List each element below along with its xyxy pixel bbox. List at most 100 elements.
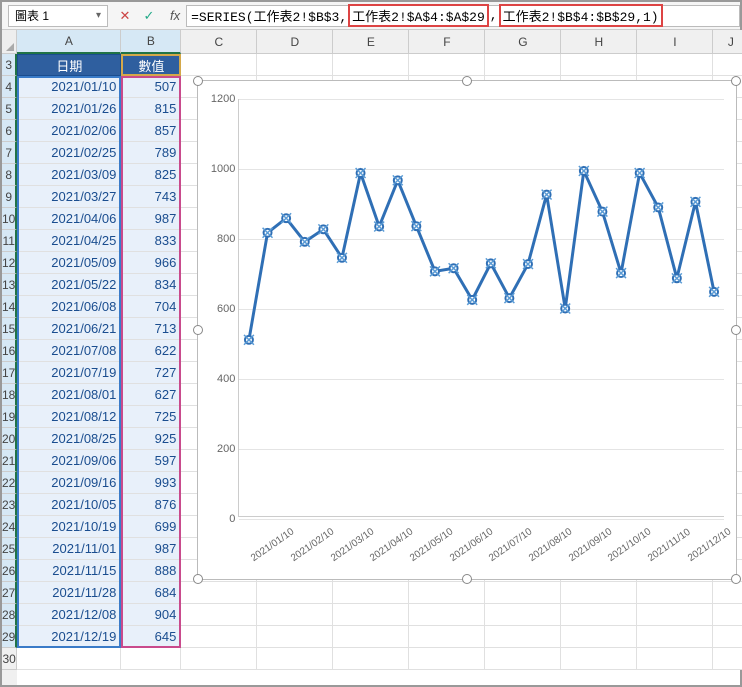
cell-value[interactable]: 725 (121, 406, 181, 428)
cell-value[interactable]: 743 (121, 186, 181, 208)
cell-empty[interactable] (333, 582, 409, 604)
cell-empty[interactable] (257, 582, 333, 604)
chart-handle-ml[interactable] (193, 325, 203, 335)
confirm-icon[interactable]: ✓ (138, 5, 160, 27)
cell-date[interactable]: 2021/04/25 (17, 230, 121, 252)
cell-date[interactable]: 2021/06/21 (17, 318, 121, 340)
row-header[interactable]: 4 (2, 76, 17, 98)
cell-empty[interactable] (409, 604, 485, 626)
cell-date[interactable]: 2021/02/06 (17, 120, 121, 142)
cell-empty[interactable] (713, 604, 742, 626)
row-header[interactable]: 8 (2, 164, 17, 186)
cell-empty[interactable] (181, 54, 257, 76)
cell-empty[interactable] (561, 604, 637, 626)
cell-empty[interactable] (485, 54, 561, 76)
cell-value[interactable]: 684 (121, 582, 181, 604)
cell-value[interactable]: 857 (121, 120, 181, 142)
row-header[interactable]: 9 (2, 186, 17, 208)
cell-empty[interactable] (409, 626, 485, 648)
col-header-B[interactable]: B (121, 30, 181, 54)
cell-empty[interactable] (485, 648, 561, 670)
cell-empty[interactable] (181, 626, 257, 648)
cell-value[interactable]: 622 (121, 340, 181, 362)
cell-empty[interactable] (17, 648, 121, 670)
formula-bar[interactable]: =SERIES(工作表2!$B$3, 工作表2!$A$4:$A$29 , 工作表… (186, 5, 740, 27)
row-header[interactable]: 28 (2, 604, 17, 626)
cell-date[interactable]: 2021/09/16 (17, 472, 121, 494)
cell-date[interactable]: 2021/08/01 (17, 384, 121, 406)
cell-value[interactable]: 904 (121, 604, 181, 626)
row-header[interactable]: 16 (2, 340, 17, 362)
cell-value[interactable]: 987 (121, 208, 181, 230)
cell-empty[interactable] (713, 648, 742, 670)
row-header[interactable]: 21 (2, 450, 17, 472)
row-header[interactable]: 22 (2, 472, 17, 494)
cell-date[interactable]: 2021/03/09 (17, 164, 121, 186)
cell-date[interactable]: 2021/10/19 (17, 516, 121, 538)
chart-plot-area[interactable]: 0200400600800100012002021/01/102021/02/1… (238, 99, 724, 517)
row-header[interactable]: 11 (2, 230, 17, 252)
cell-date[interactable]: 2021/08/25 (17, 428, 121, 450)
cell-empty[interactable] (637, 648, 713, 670)
cell-empty[interactable] (181, 582, 257, 604)
cell-value[interactable]: 925 (121, 428, 181, 450)
cell-empty[interactable] (485, 604, 561, 626)
row-header[interactable]: 20 (2, 428, 17, 450)
row-header[interactable]: 15 (2, 318, 17, 340)
col-header-C[interactable]: C (181, 30, 257, 54)
col-header-H[interactable]: H (561, 30, 637, 54)
cell-date[interactable]: 2021/04/06 (17, 208, 121, 230)
cell-value[interactable]: 987 (121, 538, 181, 560)
cell-date[interactable]: 2021/10/05 (17, 494, 121, 516)
cell-empty[interactable] (637, 582, 713, 604)
cell-date[interactable]: 2021/11/15 (17, 560, 121, 582)
cell-date[interactable]: 2021/05/09 (17, 252, 121, 274)
cell-grid[interactable]: 日期數值2021/01/105072021/01/268152021/02/06… (17, 54, 742, 670)
cell-value[interactable]: 713 (121, 318, 181, 340)
row-header[interactable]: 23 (2, 494, 17, 516)
cell-empty[interactable] (713, 582, 742, 604)
chart-object[interactable]: 0200400600800100012002021/01/102021/02/1… (197, 80, 737, 580)
cell-empty[interactable] (409, 648, 485, 670)
chart-handle-tm[interactable] (462, 76, 472, 86)
cell-date[interactable]: 2021/12/19 (17, 626, 121, 648)
cell-value[interactable]: 825 (121, 164, 181, 186)
name-box[interactable]: 圖表 1 ▾ (8, 5, 108, 27)
cell-empty[interactable] (181, 648, 257, 670)
cell-empty[interactable] (713, 54, 742, 76)
cell-value[interactable]: 704 (121, 296, 181, 318)
cell-date[interactable]: 2021/01/10 (17, 76, 121, 98)
col-header-E[interactable]: E (333, 30, 409, 54)
cell-date[interactable]: 2021/01/26 (17, 98, 121, 120)
cell-empty[interactable] (561, 648, 637, 670)
cell-value[interactable]: 815 (121, 98, 181, 120)
cell-empty[interactable] (637, 604, 713, 626)
cell-header-date[interactable]: 日期 (17, 54, 121, 76)
row-header[interactable]: 3 (2, 54, 17, 76)
row-header[interactable]: 24 (2, 516, 17, 538)
cell-value[interactable]: 876 (121, 494, 181, 516)
cell-empty[interactable] (181, 604, 257, 626)
cell-date[interactable]: 2021/08/12 (17, 406, 121, 428)
row-header[interactable]: 29 (2, 626, 17, 648)
row-header[interactable]: 6 (2, 120, 17, 142)
cell-empty[interactable] (333, 626, 409, 648)
cell-value[interactable]: 507 (121, 76, 181, 98)
row-header[interactable]: 30 (2, 648, 17, 670)
cell-date[interactable]: 2021/05/22 (17, 274, 121, 296)
cell-empty[interactable] (561, 54, 637, 76)
cell-empty[interactable] (485, 626, 561, 648)
row-header[interactable]: 14 (2, 296, 17, 318)
row-header[interactable]: 25 (2, 538, 17, 560)
cell-date[interactable]: 2021/07/19 (17, 362, 121, 384)
chart-series[interactable] (239, 99, 724, 516)
row-header[interactable]: 26 (2, 560, 17, 582)
cell-empty[interactable] (409, 582, 485, 604)
row-header[interactable]: 19 (2, 406, 17, 428)
col-header-G[interactable]: G (485, 30, 561, 54)
cell-value[interactable]: 993 (121, 472, 181, 494)
cell-date[interactable]: 2021/11/01 (17, 538, 121, 560)
cell-empty[interactable] (257, 54, 333, 76)
cell-value[interactable]: 834 (121, 274, 181, 296)
select-all-corner[interactable] (2, 30, 17, 54)
